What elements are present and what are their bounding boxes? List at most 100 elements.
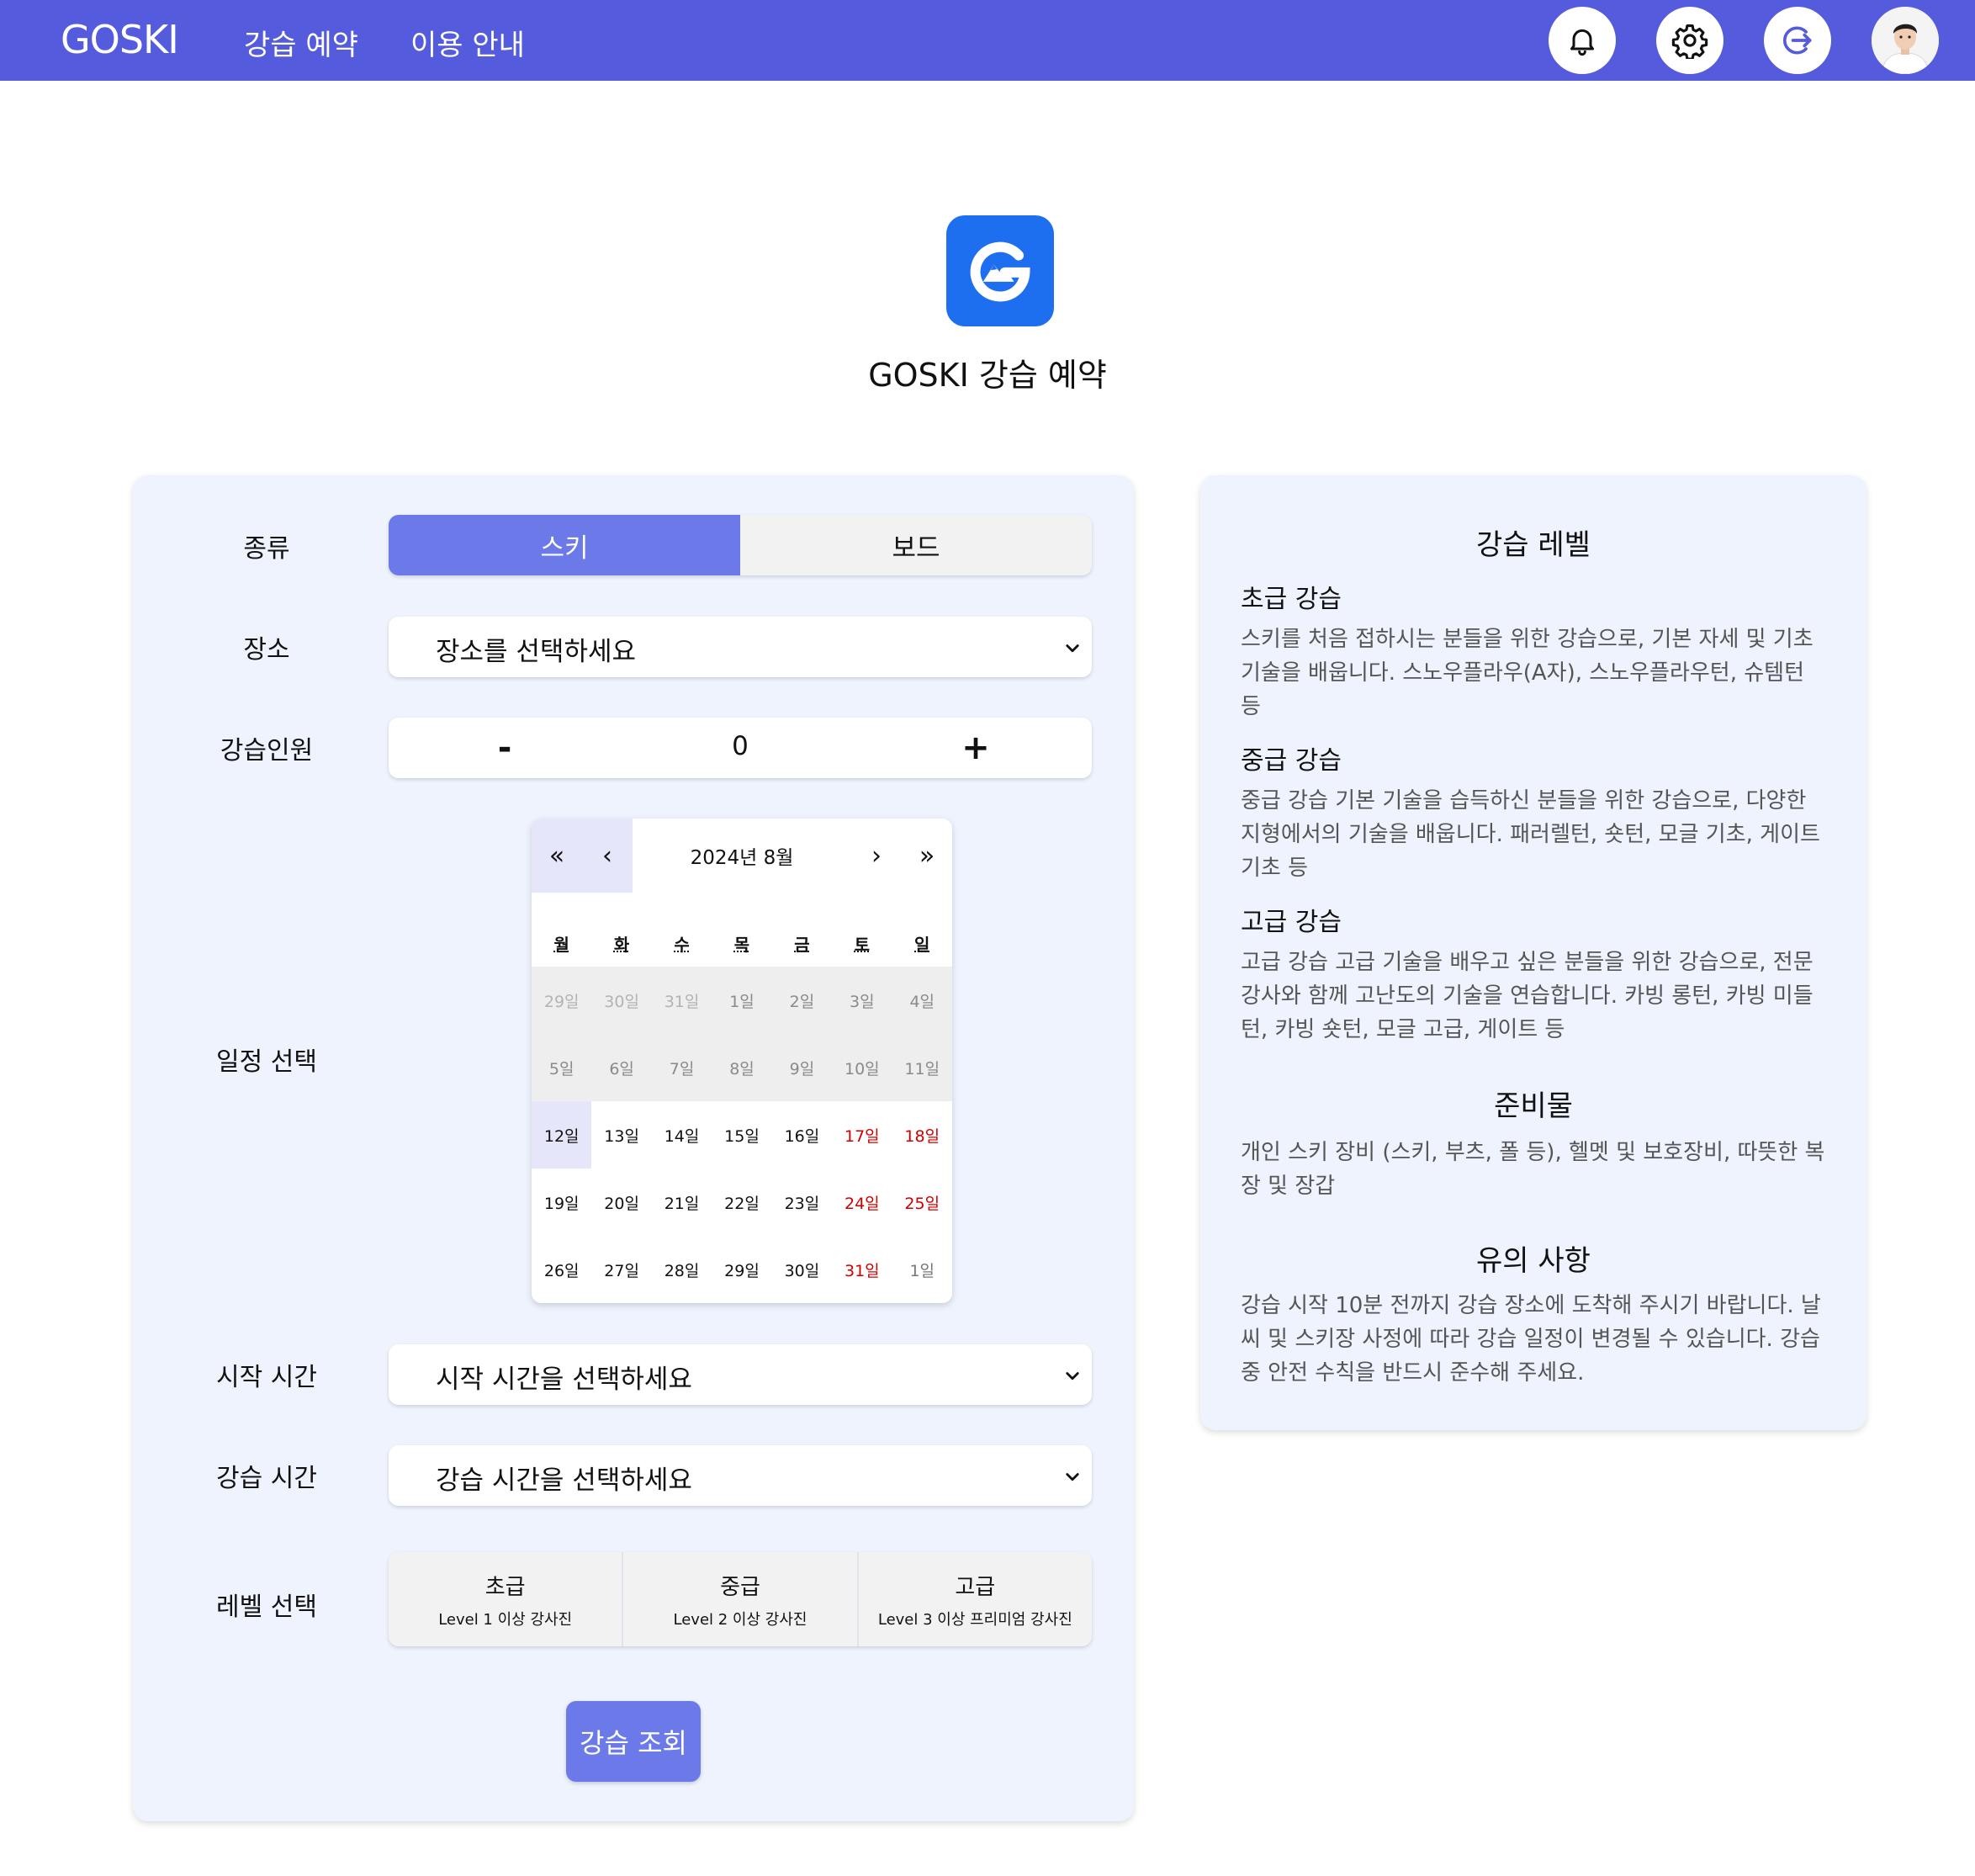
level-label: 레벨 선택: [216, 1592, 317, 1622]
notice-description: 강습 시작 10분 전까지 강습 장소에 도착해 주시기 바랍니다. 날씨 및 …: [1241, 1293, 1821, 1386]
calendar-day[interactable]: 27일: [591, 1236, 652, 1303]
location-select[interactable]: 장소를 선택하세요: [389, 617, 1092, 677]
duration-select[interactable]: 강습 시간을 선택하세요: [389, 1445, 1092, 1506]
start-time-label: 시작 시간: [216, 1363, 317, 1392]
increment-button[interactable]: +: [908, 718, 1043, 778]
notice-heading: 유의 사항: [1476, 1244, 1591, 1278]
calendar-day[interactable]: 6일: [591, 1034, 652, 1101]
search-lessons-button[interactable]: 강습 조회: [566, 1701, 701, 1782]
calendar-day[interactable]: 19일: [532, 1169, 592, 1236]
weekday-label: 수: [674, 934, 690, 955]
calendar-day[interactable]: 28일: [651, 1236, 712, 1303]
level-option-advanced[interactable]: 고급 Level 3 이상 프리미엄 강사진: [858, 1552, 1092, 1646]
duration-label: 강습 시간: [216, 1464, 317, 1493]
calendar: « ‹ 2024년 8월 › » 월 화 수 목 금 토 일 29일 30일 31일…: [532, 819, 952, 1303]
calendar-day[interactable]: 31일: [832, 1236, 892, 1303]
start-time-select-value: 시작 시간을 선택하세요: [436, 1365, 692, 1395]
calendar-day[interactable]: 7일: [651, 1034, 712, 1101]
duration-select-value: 강습 시간을 선택하세요: [436, 1465, 692, 1496]
calendar-day[interactable]: 23일: [771, 1169, 833, 1236]
people-count: 0: [732, 731, 749, 761]
top-nav-bar: GOSKI 강습 예약 이용 안내: [0, 0, 1975, 81]
calendar-prev-month-button[interactable]: ‹: [582, 819, 633, 893]
level-option-beginner[interactable]: 초급 Level 1 이상 강사진: [389, 1552, 624, 1646]
calendar-day[interactable]: 22일: [712, 1169, 772, 1236]
weekday-label: 화: [613, 934, 630, 955]
level-name: 중급: [720, 1574, 760, 1600]
calendar-day[interactable]: 3일: [832, 967, 892, 1034]
weekday-label: 목: [733, 934, 750, 955]
chevron-down-icon: [1066, 1473, 1079, 1481]
nav-link-guide[interactable]: 이용 안내: [410, 22, 525, 63]
calendar-next-month-button[interactable]: ›: [851, 819, 902, 893]
avatar[interactable]: [1872, 7, 1939, 74]
calendar-day[interactable]: 29일: [712, 1236, 772, 1303]
intermediate-heading: 중급 강습: [1241, 746, 1342, 776]
calendar-day[interactable]: 15일: [712, 1101, 772, 1169]
calendar-day[interactable]: 1일: [892, 1236, 952, 1303]
calendar-day[interactable]: 4일: [892, 967, 952, 1034]
calendar-day[interactable]: 16일: [771, 1101, 833, 1169]
calendar-day[interactable]: 5일: [532, 1034, 592, 1101]
calendar-day[interactable]: 13일: [591, 1101, 652, 1169]
chevron-down-icon: [1066, 644, 1079, 653]
calendar-day[interactable]: 11일: [892, 1034, 952, 1101]
calendar-day[interactable]: 30일: [771, 1236, 833, 1303]
calendar-week-row: 29일 30일 31일 1일 2일 3일 4일: [532, 967, 952, 1034]
calendar-week-row: 12일 13일 14일 15일 16일 17일 18일: [532, 1101, 952, 1169]
calendar-day[interactable]: 10일: [832, 1034, 892, 1101]
calendar-day[interactable]: 20일: [591, 1169, 652, 1236]
calendar-day[interactable]: 31일: [651, 967, 712, 1034]
calendar-day[interactable]: 12일: [532, 1101, 592, 1169]
calendar-day-grid: 29일 30일 31일 1일 2일 3일 4일 5일 6일 7일 8일 9일 10일 11일 12일 13일 1…: [532, 967, 952, 1303]
calendar-day[interactable]: 8일: [712, 1034, 772, 1101]
type-label: 종류: [243, 534, 290, 564]
calendar-day[interactable]: 17일: [832, 1101, 892, 1169]
start-time-select[interactable]: 시작 시간을 선택하세요: [389, 1344, 1092, 1405]
calendar-week-row: 19일 20일 21일 22일 23일 24일 25일: [532, 1169, 952, 1236]
calendar-week-row: 26일 27일 28일 29일 30일 31일 1일: [532, 1236, 952, 1303]
chevron-down-icon: [1066, 1372, 1079, 1381]
notification-button[interactable]: [1549, 7, 1616, 74]
beginner-description: 스키를 처음 접하시는 분들을 위한 강습으로, 기본 자세 및 기초 기술을 …: [1241, 627, 1814, 719]
logout-button[interactable]: [1764, 7, 1831, 74]
calendar-day[interactable]: 24일: [832, 1169, 892, 1236]
level-description: Level 3 이상 프리미엄 강사진: [877, 1610, 1072, 1629]
type-option-board[interactable]: 보드: [740, 515, 1092, 575]
people-label: 강습인원: [220, 736, 314, 766]
brand-logo[interactable]: GOSKI: [61, 17, 179, 62]
calendar-day[interactable]: 1일: [712, 967, 772, 1034]
calendar-day[interactable]: 9일: [771, 1034, 833, 1101]
calendar-day[interactable]: 2일: [771, 967, 833, 1034]
weekday-label: 월: [553, 934, 569, 955]
calendar-prev-year-button[interactable]: «: [532, 819, 582, 893]
calendar-day[interactable]: 25일: [892, 1169, 952, 1236]
calendar-day[interactable]: 21일: [651, 1169, 712, 1236]
level-name: 초급: [484, 1574, 526, 1600]
logout-icon: [1782, 26, 1812, 55]
calendar-day[interactable]: 18일: [892, 1101, 952, 1169]
calendar-next-year-button[interactable]: »: [902, 819, 952, 893]
calendar-day[interactable]: 30일: [591, 967, 652, 1034]
level-name: 고급: [955, 1574, 996, 1600]
bell-icon: [1570, 29, 1594, 56]
calendar-month-label[interactable]: 2024년 8월: [633, 819, 851, 893]
profile-photo-icon: [1872, 7, 1939, 74]
weekday-label: 일: [914, 934, 930, 955]
advanced-heading: 고급 강습: [1241, 908, 1342, 937]
decrement-button[interactable]: -: [437, 718, 572, 778]
level-option-intermediate[interactable]: 중급 Level 2 이상 강사진: [623, 1552, 859, 1646]
calendar-day[interactable]: 14일: [651, 1101, 712, 1169]
preparation-heading: 준비물: [1494, 1089, 1573, 1123]
advanced-description: 고급 강습 고급 기술을 배우고 싶은 분들을 위한 강습으로, 전문 강사와 …: [1241, 950, 1814, 1042]
calendar-day[interactable]: 26일: [532, 1236, 592, 1303]
schedule-label: 일정 선택: [216, 1047, 317, 1077]
type-option-ski[interactable]: 스키: [389, 515, 740, 575]
location-select-value: 장소를 선택하세요: [436, 637, 637, 667]
page-title: GOSKI 강습 예약: [868, 357, 1107, 394]
calendar-day[interactable]: 29일: [532, 967, 592, 1034]
settings-button[interactable]: [1656, 7, 1723, 74]
nav-link-booking[interactable]: 강습 예약: [244, 22, 358, 63]
weekday-label: 토: [854, 934, 871, 955]
intermediate-description: 중급 강습 기본 기술을 습득하신 분들을 위한 강습으로, 다양한 지형에서의…: [1241, 788, 1820, 881]
